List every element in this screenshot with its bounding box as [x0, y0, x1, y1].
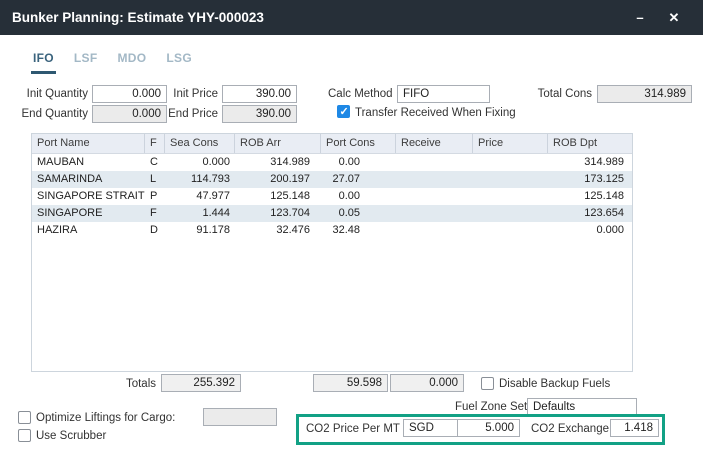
co2-price-per-mt-label: CO2 Price Per MT	[306, 423, 400, 435]
use-scrubber-checkbox[interactable]	[18, 429, 31, 442]
cell-rob-dpt: 125.148	[548, 188, 632, 205]
titlebar: Bunker Planning: Estimate YHY-000023 – ✕	[0, 0, 703, 35]
cell-port-cons: 32.48	[321, 222, 396, 239]
tab-mdo[interactable]: MDO	[115, 51, 148, 74]
cell-sea-cons: 91.178	[165, 222, 235, 239]
column-header-receive[interactable]: Receive	[396, 134, 473, 153]
init-quantity-label: Init Quantity	[4, 88, 88, 100]
totals-sea-cons: 255.392	[161, 374, 241, 392]
cell-price	[473, 205, 548, 222]
cell-port-name: MAUBAN	[32, 154, 145, 171]
totals-receive: 0.000	[390, 374, 464, 392]
optimize-liftings-checkbox[interactable]	[18, 411, 31, 424]
fuel-zone-set-label: Fuel Zone Set	[455, 401, 523, 413]
co2-currency-field[interactable]	[403, 419, 458, 437]
total-cons-field	[597, 85, 692, 103]
end-quantity-label: End Quantity	[4, 108, 88, 120]
cell-sea-cons: 0.000	[165, 154, 235, 171]
init-price-label: Init Price	[168, 88, 218, 100]
cell-port-name: SINGAPORE STRAIT	[32, 188, 145, 205]
cell-receive	[396, 222, 473, 239]
column-header-rob-arr[interactable]: ROB Arr	[235, 134, 321, 153]
cell-f: P	[145, 188, 165, 205]
total-cons-label: Total Cons	[535, 88, 592, 100]
minimize-icon[interactable]: –	[623, 10, 657, 25]
table-row[interactable]: SAMARINDA L 114.793 200.197 27.07 173.12…	[32, 171, 632, 188]
co2-exchange-rate-field[interactable]	[610, 419, 659, 437]
cell-f: F	[145, 205, 165, 222]
cell-price	[473, 188, 548, 205]
use-scrubber-label: Use Scrubber	[36, 430, 106, 442]
dialog-title: Bunker Planning: Estimate YHY-000023	[12, 10, 623, 25]
cell-port-cons: 0.00	[321, 154, 396, 171]
cell-price	[473, 222, 548, 239]
cell-receive	[396, 205, 473, 222]
close-icon[interactable]: ✕	[657, 10, 691, 26]
init-quantity-field[interactable]	[92, 85, 167, 103]
end-quantity-field	[92, 105, 167, 123]
cell-receive	[396, 171, 473, 188]
cell-f: C	[145, 154, 165, 171]
cell-rob-arr: 123.704	[235, 205, 321, 222]
table-row[interactable]: SINGAPORE F 1.444 123.704 0.05 123.654	[32, 205, 632, 222]
optimize-liftings-label: Optimize Liftings for Cargo:	[36, 412, 175, 424]
cell-rob-dpt: 0.000	[548, 222, 632, 239]
cell-sea-cons: 47.977	[165, 188, 235, 205]
end-price-label: End Price	[168, 108, 218, 120]
cell-price	[473, 154, 548, 171]
tab-ifo[interactable]: IFO	[31, 51, 56, 74]
disable-backup-fuels-checkbox[interactable]	[481, 377, 494, 390]
cell-port-name: HAZIRA	[32, 222, 145, 239]
bunker-ports-table: Port Name F Sea Cons ROB Arr Port Cons R…	[31, 133, 633, 372]
cell-rob-arr: 200.197	[235, 171, 321, 188]
bunker-planning-dialog: Bunker Planning: Estimate YHY-000023 – ✕…	[0, 0, 703, 449]
totals-port-cons: 59.598	[313, 374, 388, 392]
cell-port-cons: 27.07	[321, 171, 396, 188]
calc-method-field[interactable]	[397, 85, 490, 103]
column-header-rob-dpt[interactable]: ROB Dpt	[548, 134, 632, 153]
cell-rob-arr: 314.989	[235, 154, 321, 171]
optimize-liftings-field	[203, 408, 277, 426]
cell-rob-dpt: 123.654	[548, 205, 632, 222]
cell-rob-arr: 32.476	[235, 222, 321, 239]
totals-label: Totals	[98, 378, 156, 390]
table-row[interactable]: SINGAPORE STRAIT P 47.977 125.148 0.00 1…	[32, 188, 632, 205]
cell-rob-arr: 125.148	[235, 188, 321, 205]
transfer-received-checkbox[interactable]	[337, 105, 350, 118]
cell-port-name: SINGAPORE	[32, 205, 145, 222]
cell-receive	[396, 188, 473, 205]
disable-backup-fuels-label: Disable Backup Fuels	[499, 378, 610, 390]
column-header-f[interactable]: F	[145, 134, 165, 153]
column-header-sea-cons[interactable]: Sea Cons	[165, 134, 235, 153]
column-header-port-name[interactable]: Port Name	[32, 134, 145, 153]
cell-rob-dpt: 314.989	[548, 154, 632, 171]
cell-receive	[396, 154, 473, 171]
cell-sea-cons: 114.793	[165, 171, 235, 188]
column-header-price[interactable]: Price	[473, 134, 548, 153]
column-header-port-cons[interactable]: Port Cons	[321, 134, 396, 153]
table-row[interactable]: HAZIRA D 91.178 32.476 32.48 0.000	[32, 222, 632, 239]
table-row[interactable]: MAUBAN C 0.000 314.989 0.00 314.989	[32, 154, 632, 171]
cell-price	[473, 171, 548, 188]
table-header-row: Port Name F Sea Cons ROB Arr Port Cons R…	[32, 134, 632, 154]
calc-method-label: Calc Method	[328, 88, 392, 100]
cell-f: D	[145, 222, 165, 239]
transfer-received-label: Transfer Received When Fixing	[355, 107, 516, 119]
init-price-field[interactable]	[222, 85, 297, 103]
cell-sea-cons: 1.444	[165, 205, 235, 222]
cell-port-cons: 0.05	[321, 205, 396, 222]
fuel-tabs: IFO LSF MDO LSG	[31, 51, 210, 74]
tab-lsf[interactable]: LSF	[72, 51, 100, 74]
end-price-field	[222, 105, 297, 123]
tab-lsg[interactable]: LSG	[164, 51, 194, 74]
cell-port-name: SAMARINDA	[32, 171, 145, 188]
co2-price-field[interactable]	[457, 419, 520, 437]
cell-rob-dpt: 173.125	[548, 171, 632, 188]
cell-port-cons: 0.00	[321, 188, 396, 205]
cell-f: L	[145, 171, 165, 188]
